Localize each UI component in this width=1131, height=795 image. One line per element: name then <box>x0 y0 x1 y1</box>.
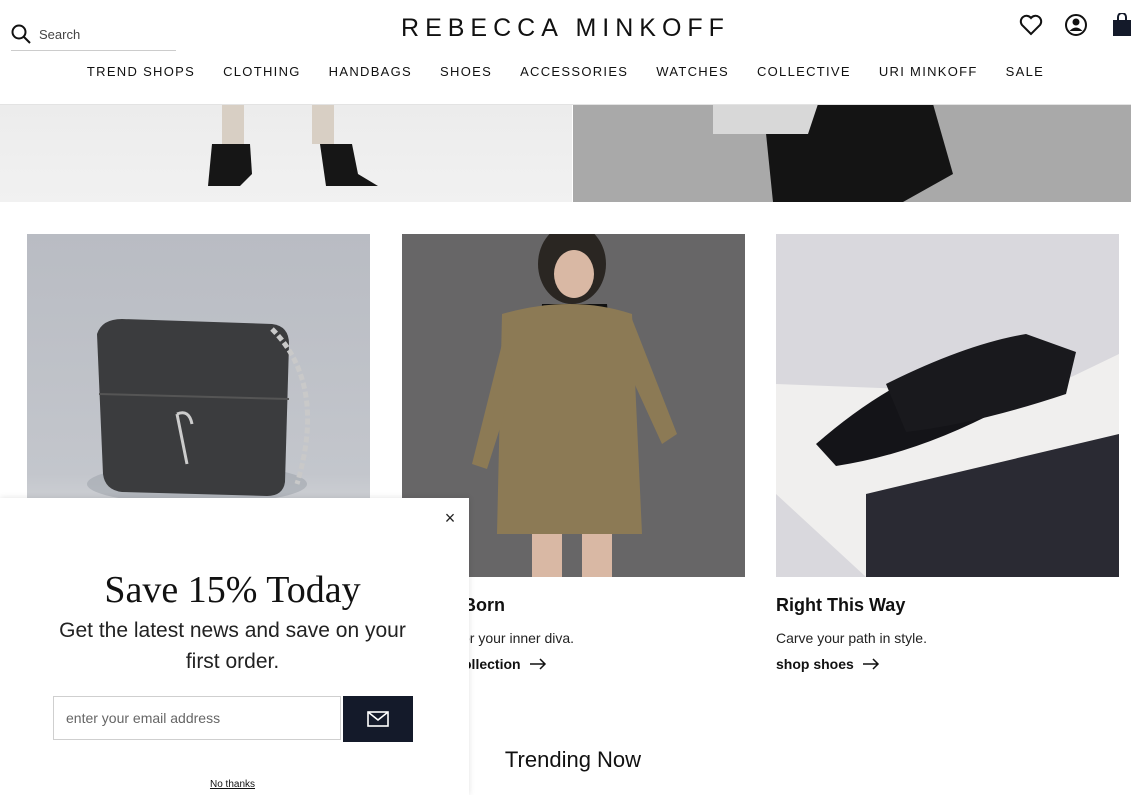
site-header: Search REBECCA MINKOFF TREND SHOPS CLOTH… <box>0 0 1131 105</box>
tile-title-mules: Right This Way <box>776 595 906 615</box>
product-tile-mules[interactable] <box>776 234 1119 577</box>
tile-link-collection[interactable]: ollection <box>463 656 547 672</box>
hero-image-silver-bag[interactable] <box>573 104 1131 202</box>
tile-link-shop-shoes[interactable]: shop shoes <box>776 656 880 672</box>
heart-icon <box>1019 14 1043 36</box>
tile-text-mules: Carve your path in style. <box>776 630 927 646</box>
nav-item-accessories[interactable]: ACCESSORIES <box>520 64 628 79</box>
no-thanks-link[interactable]: No thanks <box>0 779 465 790</box>
hero-image-boots[interactable] <box>0 104 572 202</box>
tile-link-label: shop shoes <box>776 656 854 672</box>
nav-item-trend-shops[interactable]: TREND SHOPS <box>87 64 195 79</box>
nav-item-sale[interactable]: SALE <box>1006 64 1044 79</box>
tile-text-dress: or your inner diva. <box>462 630 575 646</box>
tile-link-label: ollection <box>463 656 521 672</box>
velvet-mules-illustration <box>776 334 1119 577</box>
nav-item-collective[interactable]: COLLECTIVE <box>757 64 851 79</box>
silver-bag-illustration <box>573 104 1131 202</box>
close-icon[interactable]: × <box>440 508 460 528</box>
nav-item-shoes[interactable]: SHOES <box>440 64 492 79</box>
email-field[interactable]: enter your email address <box>53 696 341 740</box>
arrow-right-icon <box>862 658 879 670</box>
nav-item-clothing[interactable]: CLOTHING <box>223 64 301 79</box>
modal-subtitle: Get the latest news and save on your fir… <box>59 619 406 673</box>
account-icon <box>1065 14 1087 36</box>
bag-icon <box>1113 13 1131 36</box>
arrow-right-icon <box>529 658 546 670</box>
envelope-icon <box>367 711 389 727</box>
brand-logo[interactable]: REBECCA MINKOFF <box>0 14 1131 43</box>
nav-item-uri-minkoff[interactable]: URI MINKOFF <box>879 64 978 79</box>
nav-item-handbags[interactable]: HANDBAGS <box>329 64 412 79</box>
submit-button[interactable] <box>343 696 413 742</box>
signup-modal: × Save 15% Today Get the latest news and… <box>0 498 469 795</box>
nav-item-watches[interactable]: WATCHES <box>656 64 729 79</box>
wishlist-button[interactable] <box>1018 12 1044 38</box>
main-nav: TREND SHOPS CLOTHING HANDBAGS SHOES ACCE… <box>0 64 1131 79</box>
modal-title: Save 15% Today <box>104 569 361 611</box>
boots-illustration <box>208 104 378 186</box>
account-button[interactable] <box>1063 12 1089 38</box>
bag-button[interactable] <box>1109 12 1131 38</box>
